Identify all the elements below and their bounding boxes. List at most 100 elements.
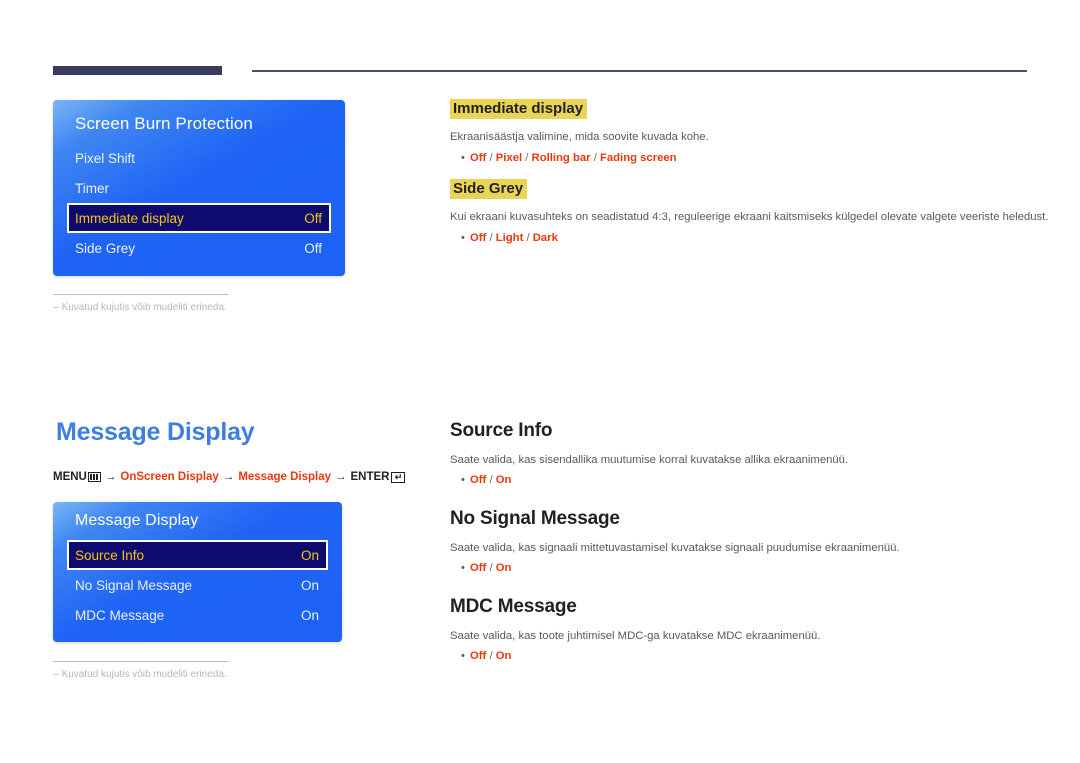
option-value: Light — [495, 231, 524, 244]
option-list: Off / On — [470, 474, 511, 486]
content-block-immediate-display: Immediate display Ekraanisäästja valimin… — [450, 99, 1030, 164]
osd-row-label: Immediate display — [75, 210, 184, 226]
osd-row-label: Side Grey — [75, 240, 136, 256]
block-options: • Off / Light / Dark — [450, 232, 1030, 244]
option-list: Off / On — [470, 650, 511, 662]
osd-row-value: Off — [304, 210, 322, 226]
osd-panel-message-display: Message Display Source Info On No Signal… — [53, 502, 342, 642]
osd-row-label: Timer — [75, 180, 109, 196]
footnote-divider — [53, 294, 228, 295]
footnote-screen-burn: ‒ Kuvatud kujutis võib mudeliti erineda. — [53, 294, 353, 313]
option-separator: / — [489, 562, 493, 575]
option-separator: / — [526, 231, 530, 244]
option-separator: / — [489, 474, 493, 487]
footnote-text: ‒ Kuvatud kujutis võib mudeliti erineda. — [53, 302, 353, 313]
block-options: • Off / On — [450, 650, 1030, 662]
osd-row-label: Pixel Shift — [75, 150, 136, 166]
footnote-dash: ‒ — [53, 669, 59, 680]
footnote-dash: ‒ — [53, 302, 59, 313]
option-value: Off — [470, 151, 487, 164]
content-block-source-info: Source Info Saate valida, kas sisendalli… — [450, 420, 1030, 486]
breadcrumb-enter-label: ENTER — [350, 471, 390, 483]
bullet-icon: • — [461, 474, 465, 487]
osd-row-list: Source Info On No Signal Message On MDC … — [53, 540, 342, 630]
osd-row-mdc-message[interactable]: MDC Message On — [67, 600, 328, 630]
osd-panel-screen-burn-protection: Screen Burn Protection Pixel Shift Timer… — [53, 100, 345, 276]
enter-return-icon: ↵ — [391, 471, 406, 483]
footnote-divider — [53, 661, 228, 662]
option-separator: / — [525, 151, 529, 164]
block-heading: Immediate display — [450, 99, 588, 120]
content-block-side-grey: Side Grey Kui ekraani kuvasuhteks on sea… — [450, 179, 1049, 244]
option-separator: / — [489, 151, 493, 164]
bullet-icon: • — [461, 231, 465, 244]
option-separator: / — [489, 231, 493, 244]
option-value: Off — [470, 231, 487, 244]
option-list: Off / Light / Dark — [470, 232, 558, 244]
breadcrumb-menu-label: MENU — [53, 471, 87, 483]
content-block-mdc-message: MDC Message Saate valida, kas toote juht… — [450, 596, 1030, 662]
content-block-no-signal-message: No Signal Message Saate valida, kas sign… — [450, 508, 1030, 574]
osd-row-list: Pixel Shift Timer Immediate display Off … — [53, 143, 345, 263]
breadcrumb: MENU → OnScreen Display → Message Displa… — [53, 471, 406, 483]
option-value: Pixel — [495, 151, 523, 164]
osd-row-value: On — [300, 577, 319, 593]
option-list: Off / On — [470, 562, 511, 574]
option-separator: / — [489, 650, 493, 663]
osd-row-label: No Signal Message — [75, 577, 193, 593]
option-value: On — [495, 650, 512, 663]
block-description: Saate valida, kas sisendallika muutumise… — [450, 454, 849, 466]
document-page: Screen Burn Protection Pixel Shift Timer… — [0, 0, 1080, 763]
block-heading: No Signal Message — [450, 508, 620, 529]
breadcrumb-arrow: → — [104, 471, 117, 483]
option-value: Rolling bar — [531, 151, 591, 164]
osd-row-no-signal-message[interactable]: No Signal Message On — [67, 570, 328, 600]
option-separator: / — [593, 151, 597, 164]
osd-row-side-grey[interactable]: Side Grey Off — [67, 233, 331, 263]
osd-row-value: On — [300, 547, 319, 563]
breadcrumb-arrow: → — [335, 471, 347, 483]
osd-row-label: Source Info — [75, 547, 145, 563]
block-description: Kui ekraani kuvasuhteks on seadistatud 4… — [450, 211, 1049, 224]
option-value: Off — [470, 650, 487, 663]
block-options: • Off / Pixel / Rolling bar / Fading scr… — [450, 152, 1030, 164]
divider-thick-bar — [53, 66, 222, 75]
breadcrumb-item-message-display[interactable]: Message Display — [238, 471, 331, 483]
block-options: • Off / On — [450, 474, 1030, 486]
footnote-body: Kuvatud kujutis võib mudeliti erineda. — [61, 669, 227, 680]
page-title: Message Display — [56, 418, 255, 446]
option-value: Off — [470, 474, 487, 487]
osd-panel-title: Screen Burn Protection — [75, 114, 253, 133]
footnote-text: ‒ Kuvatud kujutis võib mudeliti erineda. — [53, 669, 353, 680]
osd-panel-title: Message Display — [75, 512, 199, 529]
divider-thin-line — [252, 70, 1027, 72]
block-heading: MDC Message — [450, 596, 577, 617]
bullet-icon: • — [461, 562, 465, 575]
breadcrumb-item-onscreen-display[interactable]: OnScreen Display — [120, 471, 218, 483]
breadcrumb-arrow: → — [222, 471, 235, 483]
option-value: Fading screen — [599, 151, 677, 164]
option-value: Dark — [532, 231, 558, 244]
block-heading: Source Info — [450, 420, 553, 441]
block-description: Saate valida, kas toote juhtimisel MDC-g… — [450, 630, 821, 642]
osd-row-value: Off — [304, 240, 322, 256]
block-description: Saate valida, kas signaali mittetuvastam… — [450, 542, 900, 554]
block-heading: Side Grey — [450, 179, 528, 200]
osd-row-pixel-shift[interactable]: Pixel Shift — [67, 143, 331, 173]
osd-row-immediate-display[interactable]: Immediate display Off — [67, 203, 331, 233]
bullet-icon: • — [461, 151, 465, 164]
top-divider — [53, 66, 1027, 75]
option-value: Off — [470, 562, 487, 575]
menu-bars-icon — [87, 472, 101, 482]
option-value: On — [495, 474, 512, 487]
osd-row-label: MDC Message — [75, 607, 165, 623]
option-value: On — [495, 562, 512, 575]
bullet-icon: • — [461, 650, 465, 663]
osd-row-source-info[interactable]: Source Info On — [67, 540, 328, 570]
footnote-message-display: ‒ Kuvatud kujutis võib mudeliti erineda. — [53, 661, 353, 680]
block-options: • Off / On — [450, 562, 1030, 574]
osd-row-value: On — [300, 607, 319, 623]
option-list: Off / Pixel / Rolling bar / Fading scree… — [470, 152, 677, 164]
osd-row-timer[interactable]: Timer — [67, 173, 331, 203]
block-description: Ekraanisäästja valimine, mida soovite ku… — [450, 131, 709, 144]
